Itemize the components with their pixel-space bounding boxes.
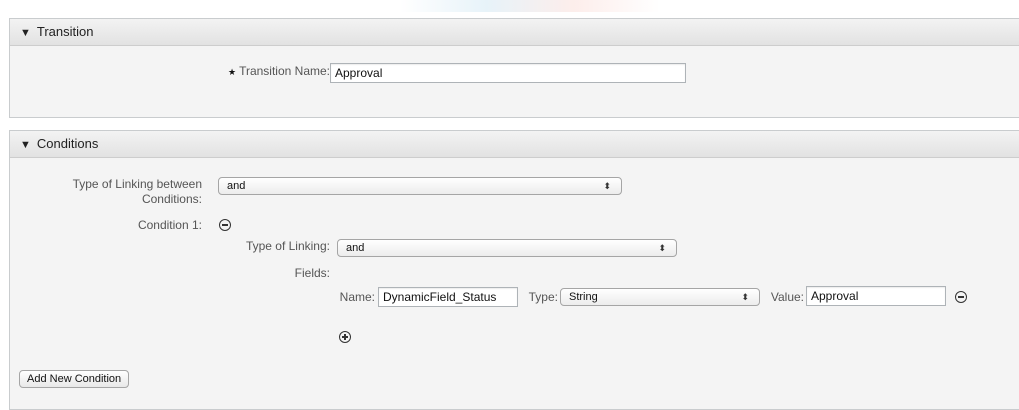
linking-between-label: Type of Linking between Conditions:	[30, 177, 202, 207]
transition-panel-header[interactable]: ▼ Transition	[10, 19, 1019, 46]
field-value-label: Value:	[770, 290, 804, 304]
conditions-panel: ▼ Conditions Type of Linking between Cond…	[9, 130, 1019, 410]
type-of-linking-value: and	[346, 242, 365, 254]
transition-name-label-text: Transition Name:	[239, 64, 330, 78]
condition-1-label: Condition 1:	[137, 218, 202, 232]
field-name-label: Name:	[339, 290, 375, 304]
conditions-panel-header[interactable]: ▼ Conditions	[10, 131, 1019, 158]
updown-arrows-icon: ⬍	[658, 243, 666, 253]
type-of-linking-select[interactable]: and ⬍	[337, 239, 677, 257]
transition-panel: ▼ Transition ★ Transition Name:	[9, 18, 1019, 118]
field-value-input[interactable]	[806, 286, 946, 306]
updown-arrows-icon: ⬍	[741, 292, 749, 302]
transition-panel-title: Transition	[36, 24, 94, 39]
linking-between-select[interactable]: and ⬍	[218, 177, 622, 195]
linking-between-label-line1: Type of Linking between	[72, 177, 202, 191]
triangle-down-icon: ▼	[20, 27, 31, 39]
type-of-linking-label: Type of Linking:	[245, 239, 330, 253]
field-type-value: String	[569, 291, 598, 303]
transition-name-input[interactable]	[330, 63, 686, 83]
updown-arrows-icon: ⬍	[603, 181, 611, 191]
field-type-select[interactable]: String ⬍	[560, 288, 760, 306]
conditions-panel-title: Conditions	[36, 136, 99, 151]
triangle-down-icon: ▼	[20, 139, 31, 151]
fields-label: Fields:	[294, 266, 330, 280]
transition-name-label: ★ Transition Name:	[160, 63, 330, 79]
field-type-label: Type:	[528, 290, 558, 304]
star-icon: ★	[228, 67, 237, 77]
linking-between-value: and	[227, 180, 246, 192]
add-field-icon[interactable]	[339, 331, 351, 343]
add-new-condition-button[interactable]: Add New Condition	[19, 370, 130, 388]
background-watermark	[400, 0, 660, 12]
linking-between-label-line2: Conditions:	[141, 192, 202, 206]
field-name-input[interactable]	[378, 287, 518, 307]
remove-field-icon[interactable]	[955, 291, 967, 303]
remove-condition-icon[interactable]	[219, 219, 231, 231]
